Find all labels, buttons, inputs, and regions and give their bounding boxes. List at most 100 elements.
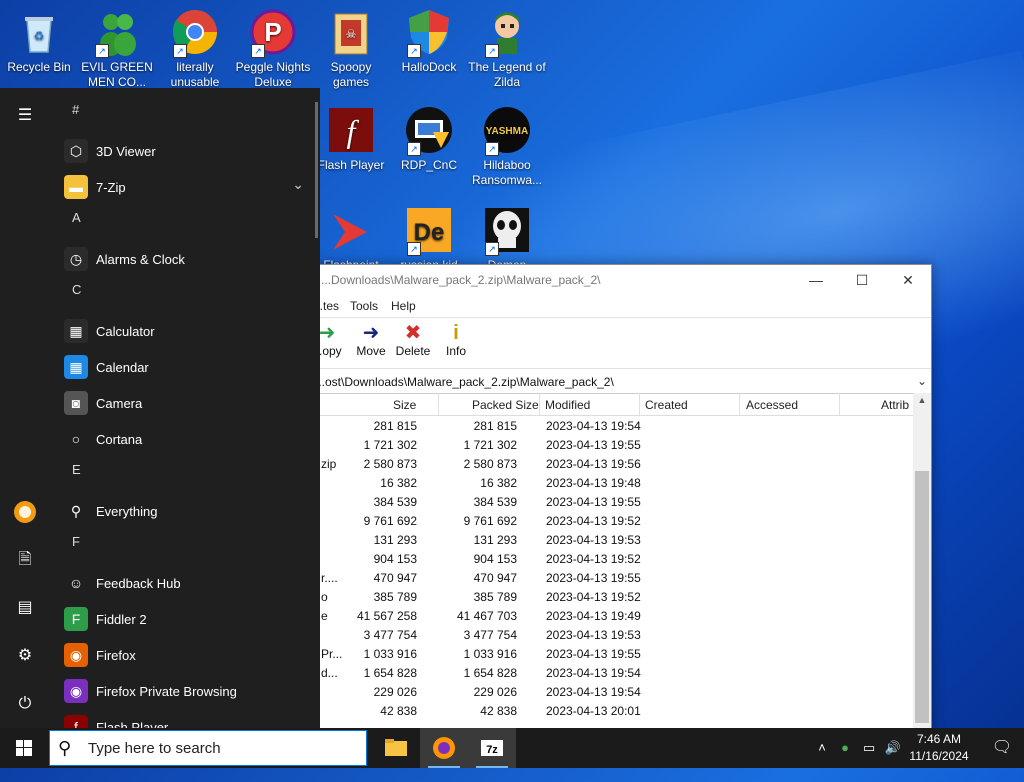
- desktop-icon-flash-player[interactable]: f Flash Player: [312, 106, 390, 173]
- col-packed-size[interactable]: Packed Size: [472, 398, 539, 412]
- desktop-icon-evil-green-men[interactable]: ↗ EVIL GREEN MEN CO...: [78, 8, 156, 90]
- start-button[interactable]: [0, 728, 48, 768]
- shield-icon: ↗: [405, 8, 453, 58]
- file-explorer-icon: [385, 739, 407, 756]
- info-button[interactable]: i Info: [434, 322, 478, 358]
- move-button[interactable]: ➜ Move: [349, 322, 393, 358]
- start-menu-app-item[interactable]: ◉ Firefox: [62, 638, 304, 672]
- taskbar-file-explorer[interactable]: [372, 728, 420, 768]
- col-created[interactable]: Created: [645, 398, 688, 412]
- power-icon[interactable]: ⏻: [13, 692, 37, 716]
- start-menu-app-item[interactable]: ◙ Camera: [62, 386, 304, 420]
- desktop-icon-hildaboo[interactable]: YASHMA ↗ Hildaboo Ransomwa...: [468, 106, 546, 188]
- start-menu-app-item[interactable]: ☺ Feedback Hub: [62, 566, 304, 600]
- table-row[interactable]: 3 477 754 3 477 754 2023-04-13 19:53: [301, 625, 913, 644]
- user-avatar-icon[interactable]: [13, 500, 37, 524]
- scrollbar-thumb[interactable]: [915, 471, 929, 723]
- table-row[interactable]: 904 153 904 153 2023-04-13 19:52: [301, 549, 913, 568]
- tray-overflow-chevron-icon[interactable]: ˄: [812, 728, 832, 768]
- table-row[interactable]: d... 1 654 828 1 654 828 2023-04-13 19:54: [301, 663, 913, 682]
- table-row[interactable]: 384 539 384 539 2023-04-13 19:55: [301, 492, 913, 511]
- start-menu-app-item[interactable]: ▦ Calendar: [62, 350, 304, 384]
- start-menu-group-header[interactable]: C: [72, 282, 81, 297]
- modified-cell: 2023-04-13 19:56: [546, 457, 641, 471]
- start-menu-app-item[interactable]: ⬡ 3D Viewer: [62, 134, 304, 168]
- chevron-down-icon[interactable]: ⌄: [917, 374, 927, 388]
- scroll-up-arrow-icon[interactable]: ▲: [913, 395, 931, 405]
- desktop-icon-russian-kid[interactable]: De ↗ russian kid: [390, 206, 468, 273]
- start-menu-group-header[interactable]: F: [72, 534, 80, 549]
- taskbar-clock[interactable]: 7:46 AM 11/16/2024: [902, 731, 976, 765]
- desktop-icon-legend-of-zilda[interactable]: ↗ The Legend of Zilda: [468, 8, 546, 90]
- desktop-icon-flashpoint[interactable]: Flashpoint: [312, 206, 390, 273]
- window-titlebar[interactable]: ...Downloads\Malware_pack_2.zip\Malware_…: [301, 265, 931, 295]
- col-separator: [438, 393, 439, 415]
- start-menu-app-item[interactable]: ◷ Alarms & Clock: [62, 242, 304, 276]
- table-row[interactable]: 281 815 281 815 2023-04-13 19:54: [301, 416, 913, 435]
- maximize-button[interactable]: ☐: [839, 265, 885, 295]
- modified-cell: 2023-04-13 19:55: [546, 438, 641, 452]
- desktop-icon-demon[interactable]: ↗ Demon: [468, 206, 546, 273]
- file-size-cell: 281 815: [373, 419, 417, 433]
- col-modified[interactable]: Modified: [545, 398, 590, 412]
- desktop-icon-peggle[interactable]: P ↗ Peggle Nights Deluxe: [234, 8, 312, 90]
- desktop-icon-spoopy-games[interactable]: ☠ Spoopy games: [312, 8, 390, 90]
- start-menu-app-item[interactable]: ▬ 7-Zip ⌄: [62, 170, 304, 204]
- table-row[interactable]: 16 382 16 382 2023-04-13 19:48: [301, 473, 913, 492]
- table-row[interactable]: 42 838 42 838 2023-04-13 20:01: [301, 701, 913, 720]
- file-size-cell: 16 382: [380, 476, 417, 490]
- start-menu-group-header[interactable]: E: [72, 462, 81, 477]
- chevron-down-icon[interactable]: ⌄: [292, 176, 304, 193]
- pictures-icon[interactable]: ▤: [13, 596, 37, 620]
- desktop-icon-rdp-cnc[interactable]: ↗ RDP_CnC: [390, 106, 468, 173]
- menu-help[interactable]: Help: [391, 299, 416, 313]
- table-row[interactable]: o 385 789 385 789 2023-04-13 19:52: [301, 587, 913, 606]
- settings-gear-icon[interactable]: ⚙: [13, 644, 37, 668]
- col-accessed[interactable]: Accessed: [746, 398, 798, 412]
- table-row[interactable]: 1 721 302 1 721 302 2023-04-13 19:55: [301, 435, 913, 454]
- col-attrib[interactable]: Attrib: [881, 398, 909, 412]
- app-label: Flash Player: [96, 720, 169, 728]
- cortana-icon: ○: [64, 427, 88, 451]
- start-menu-app-item[interactable]: ⚲ Everything: [62, 494, 304, 528]
- start-menu-app-item[interactable]: ○ Cortana: [62, 422, 304, 456]
- desktop-icon-hallodock[interactable]: ↗ HalloDock: [390, 8, 468, 75]
- table-row[interactable]: 229 026 229 026 2023-04-13 19:54: [301, 682, 913, 701]
- network-icon[interactable]: ▭: [858, 728, 880, 768]
- start-menu-app-item[interactable]: ◉ Firefox Private Browsing: [62, 674, 304, 708]
- app-list-scrollbar[interactable]: [315, 102, 318, 238]
- app-list: # ⬡ 3D Viewer ▬ 7-Zip ⌄ A ◷ Alarms & Clock C ▦ Calc…: [54, 88, 320, 728]
- table-row[interactable]: e 41 567 258 41 467 703 2023-04-13 19:49: [301, 606, 913, 625]
- delete-button[interactable]: ✖ Delete: [391, 322, 435, 358]
- start-menu-app-item[interactable]: F Fiddler 2: [62, 602, 304, 636]
- address-bar[interactable]: ...ost\Downloads\Malware_pack_2.zip\Malw…: [301, 371, 931, 394]
- minimize-button[interactable]: —: [793, 265, 839, 295]
- documents-icon[interactable]: 🗎: [13, 548, 37, 572]
- tray-user-icon[interactable]: ●: [834, 728, 856, 768]
- app-label: Firefox: [96, 648, 136, 663]
- table-row[interactable]: zip 2 580 873 2 580 873 2023-04-13 19:56: [301, 454, 913, 473]
- desktop-icon-recycle-bin[interactable]: ♻ Recycle Bin: [0, 8, 78, 75]
- table-row[interactable]: 9 761 692 9 761 692 2023-04-13 19:52: [301, 511, 913, 530]
- vertical-scrollbar[interactable]: ▲: [913, 393, 931, 731]
- table-row[interactable]: 131 293 131 293 2023-04-13 19:53: [301, 530, 913, 549]
- col-size[interactable]: Size: [393, 398, 416, 412]
- desktop-icon-chrome[interactable]: ↗ literally unusable: [156, 8, 234, 90]
- start-menu-group-header[interactable]: A: [72, 210, 81, 225]
- close-button[interactable]: ✕: [885, 265, 931, 295]
- notification-center-icon[interactable]: 🗨: [980, 728, 1024, 768]
- start-menu-group-header[interactable]: #: [72, 102, 79, 117]
- hamburger-menu-icon[interactable]: ☰: [13, 104, 37, 128]
- start-menu-app-item[interactable]: f Flash Player: [62, 710, 304, 728]
- 7zip-file-manager-window[interactable]: ...Downloads\Malware_pack_2.zip\Malware_…: [300, 264, 932, 732]
- volume-icon[interactable]: 🔊: [882, 728, 904, 768]
- menu-tools[interactable]: Tools: [350, 299, 378, 313]
- taskbar-firefox[interactable]: [420, 728, 468, 768]
- calculator-icon: ▦: [64, 319, 88, 343]
- taskbar-7zip[interactable]: 7z: [468, 728, 516, 768]
- start-menu-app-item[interactable]: ▦ Calculator: [62, 314, 304, 348]
- taskbar-search-box[interactable]: ⚲ Type here to search: [49, 730, 367, 766]
- app-label: Everything: [96, 504, 158, 519]
- table-row[interactable]: Pr... 1 033 916 1 033 916 2023-04-13 19:55: [301, 644, 913, 663]
- table-row[interactable]: r.... 470 947 470 947 2023-04-13 19:55: [301, 568, 913, 587]
